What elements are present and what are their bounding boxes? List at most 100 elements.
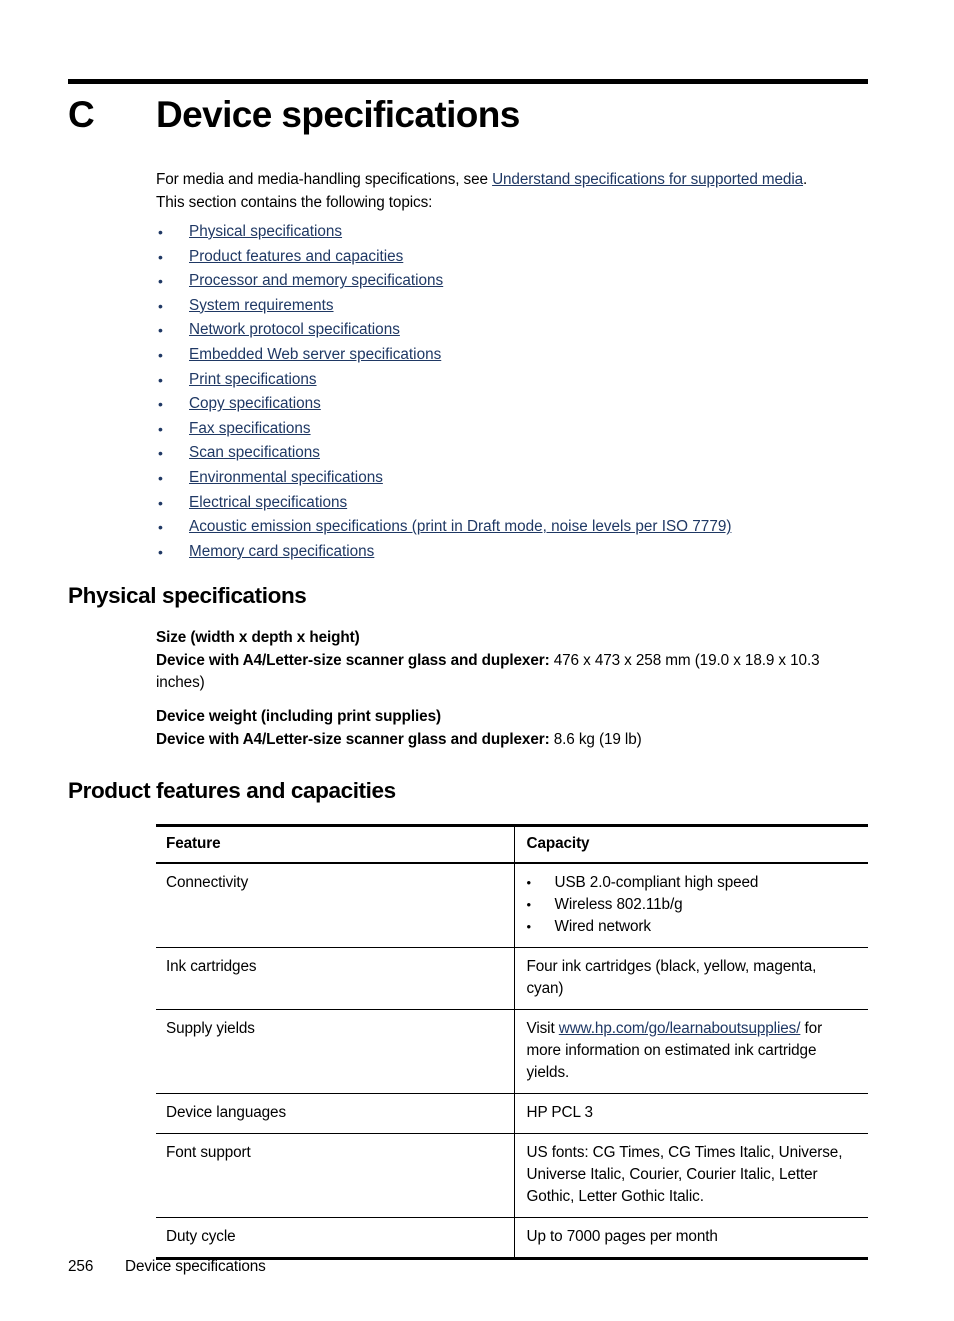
chapter-header: C Device specifications [68, 92, 868, 138]
intro-sentence: For media and media-handling specificati… [156, 168, 868, 191]
section-heading-product-features-and-capacities: Product features and capacities [68, 778, 396, 803]
topic-link-environmental-specifications[interactable]: Environmental specifications [189, 469, 383, 486]
product-features-table: Feature Capacity Connectivity • USB 2.0-c… [156, 824, 868, 1260]
cell-capacity: HP PCL 3 [513, 1093, 868, 1134]
document-page: C Device specifications For media and me… [0, 0, 954, 1321]
table-row: Connectivity • USB 2.0-compliant high spe… [156, 863, 868, 948]
cell-feature: Supply yields [156, 1009, 514, 1094]
list-item-label: Wireless 802.11b/g [554, 896, 683, 913]
list-item: • Wireless 802.11b/g [527, 894, 857, 916]
weight-detail-value: 8.6 kg (19 lb) [549, 730, 642, 748]
column-header-capacity: Capacity [513, 824, 868, 864]
list-item[interactable]: • Scan specifications [156, 441, 868, 466]
bullet-icon: • [158, 273, 163, 290]
topic-link-scan-specifications[interactable]: Scan specifications [189, 444, 320, 461]
topic-link-fax-specifications[interactable]: Fax specifications [189, 420, 311, 437]
list-item[interactable]: • Print specifications [156, 368, 868, 393]
cell-capacity: • USB 2.0-compliant high speed • Wireless … [513, 863, 868, 948]
size-detail: Device with A4/Letter-size scanner glass… [156, 650, 868, 695]
list-item[interactable]: • Processor and memory specifications [156, 269, 868, 294]
list-item[interactable]: • Electrical specifications [156, 491, 868, 516]
link-understand-specifications-for-supported-media[interactable]: Understand specifications for supported … [492, 171, 803, 188]
list-item[interactable]: • Network protocol specifications [156, 318, 868, 343]
table-row: Font support US fonts: CG Times, CG Time… [156, 1133, 868, 1218]
topic-link-processor-and-memory-specifications[interactable]: Processor and memory specifications [189, 272, 443, 289]
list-item[interactable]: • Acoustic emission specifications (print… [156, 515, 868, 540]
topic-link-network-protocol-specifications[interactable]: Network protocol specifications [189, 321, 400, 338]
bullet-icon: • [158, 396, 163, 413]
topic-link-system-requirements[interactable]: System requirements [189, 297, 334, 314]
list-item-label: Wired network [554, 918, 652, 935]
cell-feature: Font support [156, 1133, 514, 1218]
weight-title-text: Device weight (including print supplies) [156, 708, 441, 725]
bullet-icon: • [526, 897, 532, 912]
topic-link-print-specifications[interactable]: Print specifications [189, 371, 317, 388]
intro-block: For media and media-handling specificati… [156, 168, 868, 564]
list-item[interactable]: • Environmental specifications [156, 466, 868, 491]
bullet-icon: • [158, 420, 163, 437]
table-row: Device languages HP PCL 3 [156, 1093, 868, 1134]
weight-detail: Device with A4/Letter-size scanner glass… [156, 729, 868, 752]
list-item: • Wired network [527, 916, 857, 938]
cell-feature: Ink cartridges [156, 947, 514, 1010]
topic-link-electrical-specifications[interactable]: Electrical specifications [189, 494, 347, 511]
weight-detail-label: Device with A4/Letter-size scanner glass… [156, 730, 550, 748]
table-row: Duty cycle Up to 7000 pages per month [156, 1217, 868, 1260]
bullet-icon: • [158, 371, 163, 388]
topic-link-product-features-and-capacities[interactable]: Product features and capacities [189, 248, 403, 265]
list-item[interactable]: • Memory card specifications [156, 540, 868, 565]
chapter-letter: C [68, 94, 95, 135]
bullet-icon: • [158, 519, 163, 536]
list-item[interactable]: • Fax specifications [156, 417, 868, 442]
page-footer: 256 Device specifications [68, 1257, 266, 1277]
physical-weight-block: Device weight (including print supplies)… [156, 706, 868, 751]
bullet-icon: • [158, 469, 163, 486]
bullet-icon: • [526, 919, 532, 934]
bullet-icon: • [158, 224, 163, 240]
intro-text-before: For media and media-handling specificati… [156, 171, 493, 188]
topic-link-acoustic-emission-specifications[interactable]: Acoustic emission specifications (print … [189, 518, 731, 535]
intro-topics-lead: This section contains the following topi… [156, 194, 433, 211]
page-title: Device specifications [156, 94, 520, 135]
size-detail-label: Device with A4/Letter-size scanner glass… [156, 651, 550, 669]
topics-list: • Physical specifications • Product featur… [156, 220, 868, 564]
list-item: • USB 2.0-compliant high speed [527, 872, 857, 894]
cell-capacity: Four ink cartridges (black, yellow, mage… [513, 947, 868, 1010]
cell-feature: Duty cycle [156, 1217, 514, 1260]
footer-page-number: 256 [68, 1258, 94, 1275]
physical-size-block: Size (width x depth x height) Device wit… [156, 627, 868, 695]
topic-link-copy-specifications[interactable]: Copy specifications [189, 395, 321, 412]
cell-capacity: Up to 7000 pages per month [513, 1217, 868, 1260]
bullet-icon: • [158, 322, 163, 339]
cell-capacity: US fonts: CG Times, CG Times Italic, Uni… [513, 1133, 868, 1218]
intro-text-after: . [803, 171, 808, 188]
link-hp-learnaboutsupplies[interactable]: www.hp.com/go/learnaboutsupplies/ [559, 1020, 801, 1037]
footer-chapter-name: Device specifications [125, 1258, 266, 1275]
list-item[interactable]: • Physical specifications [156, 220, 868, 245]
cell-feature: Connectivity [156, 863, 514, 948]
bullet-icon: • [158, 346, 163, 363]
list-item[interactable]: • System requirements [156, 294, 868, 319]
weight-title: Device weight (including print supplies) [156, 706, 868, 729]
cell-capacity: Visit www.hp.com/go/learnaboutsupplies/ … [513, 1009, 868, 1094]
table-header-row: Feature Capacity [156, 824, 868, 864]
capacity-text-before: Visit [526, 1020, 559, 1037]
column-header-feature: Feature [156, 824, 514, 864]
table-row: Supply yields Visit www.hp.com/go/learna… [156, 1009, 868, 1094]
bullet-icon: • [158, 494, 163, 511]
topic-link-memory-card-specifications[interactable]: Memory card specifications [189, 543, 374, 560]
bullet-icon: • [158, 248, 163, 265]
table-row: Ink cartridges Four ink cartridges (blac… [156, 947, 868, 1010]
size-title: Size (width x depth x height) [156, 627, 868, 650]
bullet-icon: • [526, 875, 532, 890]
topic-link-physical-specifications[interactable]: Physical specifications [189, 223, 342, 240]
size-title-text: Size (width x depth x height) [156, 629, 360, 646]
list-item-label: USB 2.0-compliant high speed [554, 874, 759, 891]
topic-link-embedded-web-server-specifications[interactable]: Embedded Web server specifications [189, 346, 441, 363]
chapter-top-rule [68, 79, 868, 84]
bullet-icon: • [158, 445, 163, 462]
list-item[interactable]: • Product features and capacities [156, 245, 868, 270]
list-item[interactable]: • Copy specifications [156, 392, 868, 417]
list-item[interactable]: • Embedded Web server specifications [156, 343, 868, 368]
bullet-icon: • [158, 297, 163, 314]
